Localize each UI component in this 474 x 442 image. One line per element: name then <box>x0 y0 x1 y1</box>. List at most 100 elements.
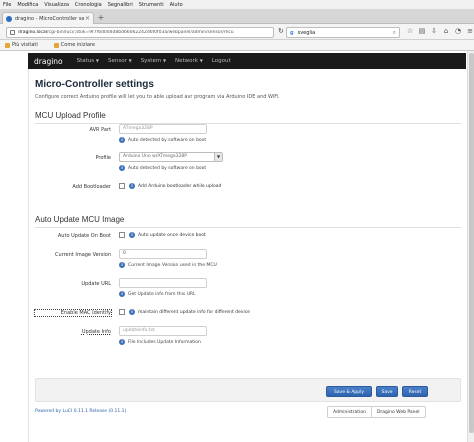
help-text: Auto update once device boot <box>138 232 206 238</box>
section-divider <box>35 123 461 124</box>
enable-mac-identify-field: i maintain different update info for diff… <box>119 309 250 315</box>
nav-logout[interactable]: Logout <box>212 58 231 64</box>
info-icon: i <box>119 137 125 143</box>
form-actions: Save & Apply Save Reset <box>35 378 461 402</box>
nav-label: Sensor <box>108 58 127 64</box>
nav-sensor[interactable]: Sensor ▼ <box>108 58 132 64</box>
caret-down-icon: ▼ <box>95 58 99 63</box>
update-url-label: Update URL <box>81 281 111 287</box>
nav-status[interactable]: Status ▼ <box>77 58 99 64</box>
info-icon: i <box>129 309 135 315</box>
administration-link[interactable]: Administration <box>328 410 371 415</box>
avr-part-label: AVR Part <box>89 127 111 133</box>
tab-bar: dragino - MicroController se... × + <box>0 10 474 24</box>
toolbar-icons: ☆ ▤ ⇩ ⌂ ◔ ≡ <box>404 27 474 35</box>
search-input[interactable]: sveglia <box>298 30 393 36</box>
scrollbar-thumb[interactable] <box>469 53 474 433</box>
menu-icon[interactable]: ≡ <box>464 27 474 35</box>
enable-mac-identify-checkbox[interactable] <box>119 309 125 315</box>
info-icon: i <box>119 291 125 297</box>
nav-system[interactable]: System ▼ <box>141 58 166 64</box>
nav-network[interactable]: Network ▼ <box>175 58 203 64</box>
bookmark-getting-started[interactable]: Come iniziare <box>53 42 103 48</box>
update-info-label: Update Info <box>81 329 111 335</box>
search-icon[interactable]: ⌕ <box>393 29 396 37</box>
close-tab-icon[interactable]: × <box>85 15 90 22</box>
add-bootloader-label: Add Bootloader <box>72 184 111 190</box>
help-text: Current Image Version used in the MCU <box>128 262 217 268</box>
save-button[interactable]: Save <box>376 386 398 397</box>
update-info-help: i File Includes Update Information <box>119 339 201 345</box>
web-panel-link[interactable]: Dragino Web Panel <box>372 410 425 415</box>
profile-select[interactable]: Arduino Uno w/ATmega328P ▼ <box>119 152 223 162</box>
menu-edit[interactable]: Modifica <box>17 2 38 8</box>
nav-label: Status <box>76 58 95 64</box>
menu-view[interactable]: Visualizza <box>44 2 69 8</box>
info-icon: i <box>129 232 135 238</box>
top-navigation: dragino Status ▼ Sensor ▼ System ▼ Netwo… <box>28 53 466 69</box>
powered-by[interactable]: Powered by LuCI 0.11.1 Release (0.11.1) <box>35 409 126 414</box>
nav-label: System <box>140 58 162 64</box>
bookmarks-icon[interactable]: ▤ <box>416 27 428 35</box>
web-page: dragino Status ▼ Sensor ▼ System ▼ Netwo… <box>0 51 474 442</box>
bookmark-folder-icon <box>5 42 10 48</box>
new-tab-button[interactable]: + <box>96 13 106 23</box>
menu-tools[interactable]: Strumenti <box>139 2 164 8</box>
main-content: Micro-Controller settings Configure corr… <box>28 69 466 442</box>
site-info-icon[interactable] <box>10 30 15 35</box>
url-path: /cgi-bin/luci/;stok=9f7f6d0d4d8bd6606224… <box>47 30 234 35</box>
update-url-input[interactable] <box>119 278 207 288</box>
vertical-scrollbar[interactable] <box>467 51 474 442</box>
caret-down-icon: ▼ <box>162 58 167 63</box>
star-icon[interactable]: ☆ <box>404 27 416 35</box>
add-bootloader-checkbox[interactable] <box>119 183 125 189</box>
caret-down-icon: ▼ <box>128 58 132 63</box>
url-text: dragino.local/cgi-bin/luci/;stok=9f7f6d0… <box>18 30 234 35</box>
bookmark-most-visited[interactable]: Più visitati <box>5 42 46 48</box>
current-image-version-input[interactable]: 0 <box>119 249 207 259</box>
info-icon: i <box>119 165 125 171</box>
section-title-mcu-upload: MCU Upload Profile <box>35 111 106 120</box>
profile-label: Profile <box>95 155 111 161</box>
menu-help[interactable]: Aiuto <box>170 2 183 8</box>
reset-button[interactable]: Reset <box>402 386 428 397</box>
brand-logo[interactable]: dragino <box>34 57 63 66</box>
menu-file[interactable]: File <box>3 2 11 8</box>
url-host: dragino.local <box>18 30 48 35</box>
avr-part-input[interactable]: ATmega328P <box>119 124 207 134</box>
reload-icon[interactable]: ↻ <box>278 27 284 35</box>
help-text: Auto detected by software on boot <box>128 165 207 171</box>
page-title: Micro-Controller settings <box>35 79 154 90</box>
help-text: File Includes Update Information <box>128 339 201 345</box>
browser-menu-bar: File Modifica Visualizza Cronologia Segn… <box>0 0 474 10</box>
info-icon: i <box>119 262 125 268</box>
bookmark-page-icon <box>53 42 59 48</box>
pocket-icon[interactable]: ◔ <box>452 27 464 35</box>
favicon-icon <box>6 15 12 22</box>
update-info-input[interactable]: updateinfo.txt <box>119 326 207 336</box>
nav-label: Network <box>175 58 198 64</box>
section-title-auto-update: Auto Update MCU Image <box>35 215 125 224</box>
auto-update-on-boot-checkbox[interactable] <box>119 232 125 238</box>
page-description: Configure correct Arduino profile will l… <box>35 94 280 100</box>
chevron-down-icon[interactable]: ▼ <box>214 153 222 161</box>
menu-bookmarks[interactable]: Segnalibri <box>108 2 133 8</box>
search-box[interactable]: g sveglia ⌕ <box>286 27 400 38</box>
bookmark-label: Più visitati <box>12 42 38 48</box>
search-engine-icon[interactable]: g <box>290 30 294 36</box>
home-icon[interactable]: ⌂ <box>440 27 452 35</box>
menu-history[interactable]: Cronologia <box>75 2 102 8</box>
tab-title: dragino - MicroController se... <box>15 15 85 22</box>
save-apply-button[interactable]: Save & Apply <box>326 386 372 397</box>
bookmarks-toolbar: Più visitati Come iniziare <box>0 40 474 51</box>
download-icon[interactable]: ⇩ <box>428 27 440 35</box>
caret-down-icon: ▼ <box>199 58 203 63</box>
browser-tab[interactable]: dragino - MicroController se... × <box>2 12 94 24</box>
add-bootloader-field: i Add Arduino bootloader while upload <box>119 183 221 189</box>
enable-mac-identify-label: Enable MAC Identify <box>34 309 112 317</box>
info-icon: i <box>129 183 135 189</box>
help-text: Add Arduino bootloader while upload <box>138 183 222 189</box>
help-text: Get Update info from this URL <box>128 291 196 297</box>
help-text: Auto detected by software on boot <box>128 137 207 143</box>
address-bar[interactable]: dragino.local/cgi-bin/luci/;stok=9f7f6d0… <box>6 27 274 38</box>
